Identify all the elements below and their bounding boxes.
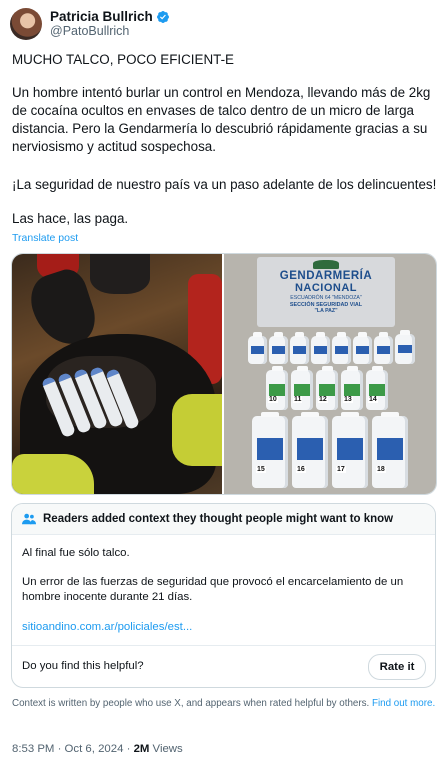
name-row: Patricia Bullrich [50, 9, 170, 24]
tweet-header: Patricia Bullrich @PatoBullrich [10, 8, 170, 40]
sign-text: GENDARMERÍA [279, 270, 373, 282]
handle[interactable]: @PatoBullrich [50, 24, 170, 39]
tweet-paragraph: Un hombre intentó burlar un control en M… [12, 85, 431, 154]
community-note-title: Readers added context they thought peopl… [43, 513, 394, 525]
community-note-source-link[interactable]: sitioandino.com.ar/policiales/est... [22, 621, 192, 633]
bottle: 16 [292, 412, 328, 488]
bottle: 11 [291, 366, 313, 410]
gendarmeria-sign: GENDARMERÍA NACIONAL ESCUADRÓN 64 "MENDO… [257, 257, 395, 327]
photo-evidence[interactable]: GENDARMERÍA NACIONAL ESCUADRÓN 64 "MENDO… [224, 254, 436, 494]
crest-icon [313, 260, 339, 269]
bottle [395, 330, 415, 364]
bottle [248, 332, 267, 364]
bottle: 12 [316, 366, 338, 410]
tweet-view: Patricia Bullrich @PatoBullrich MUCHO TA… [0, 0, 448, 763]
sign-text: ESCUADRÓN 64 "MENDOZA" [290, 295, 362, 301]
views-count: 2M [133, 743, 150, 755]
helpful-question: Do you find this helpful? [22, 660, 144, 672]
divider [12, 645, 435, 646]
people-icon [22, 513, 36, 525]
bottle [269, 332, 288, 364]
bottle [353, 332, 372, 364]
tweet-meta: 8:53 PM · Oct 6, 2024 · 2M Views [12, 743, 183, 755]
bottle [374, 332, 393, 364]
tweet-title: MUCHO TALCO, POCO EFICIENT-E [12, 52, 234, 67]
bottle: 10 [266, 366, 288, 410]
photo-detail [12, 454, 94, 494]
bottle [290, 332, 309, 364]
views-label: Views [149, 743, 183, 755]
bottle: 15 [252, 412, 288, 488]
photo-detail [90, 254, 150, 294]
community-note-footnote: Context is written by people who use X, … [12, 697, 436, 710]
rate-it-button[interactable]: Rate it [368, 654, 426, 680]
photo-detail [172, 394, 222, 466]
author-block: Patricia Bullrich @PatoBullrich [50, 9, 170, 39]
tweet-paragraph: ¡La seguridad de nuestro país va un paso… [12, 177, 437, 192]
find-out-more-link[interactable]: Find out more. [372, 698, 435, 709]
community-note-body: Un error de las fuerzas de seguridad que… [22, 576, 404, 603]
footnote-text: Context is written by people who use X, … [12, 698, 370, 709]
sign-text: NACIONAL [294, 282, 358, 294]
translate-post-link[interactable]: Translate post [12, 232, 78, 244]
bottle: 18 [372, 412, 408, 488]
bottle [332, 332, 351, 364]
bottle: 13 [341, 366, 363, 410]
community-note: Readers added context they thought peopl… [11, 503, 436, 688]
sign-text: "LA PAZ" [314, 308, 338, 314]
verified-badge-icon [156, 10, 169, 23]
community-note-header: Readers added context they thought peopl… [12, 504, 435, 535]
tweet-paragraph: Las hace, las paga. [12, 211, 129, 226]
bottle: 17 [332, 412, 368, 488]
media-grid: GENDARMERÍA NACIONAL ESCUADRÓN 64 "MENDO… [11, 253, 437, 495]
avatar[interactable] [10, 8, 42, 40]
bottle [311, 332, 330, 364]
photo-bag[interactable] [12, 254, 222, 494]
community-note-body: Al final fue sólo talco. [22, 547, 130, 559]
bottle: 14 [366, 366, 388, 410]
timestamp[interactable]: 8:53 PM · Oct 6, 2024 · [12, 743, 134, 755]
display-name[interactable]: Patricia Bullrich [50, 9, 153, 24]
